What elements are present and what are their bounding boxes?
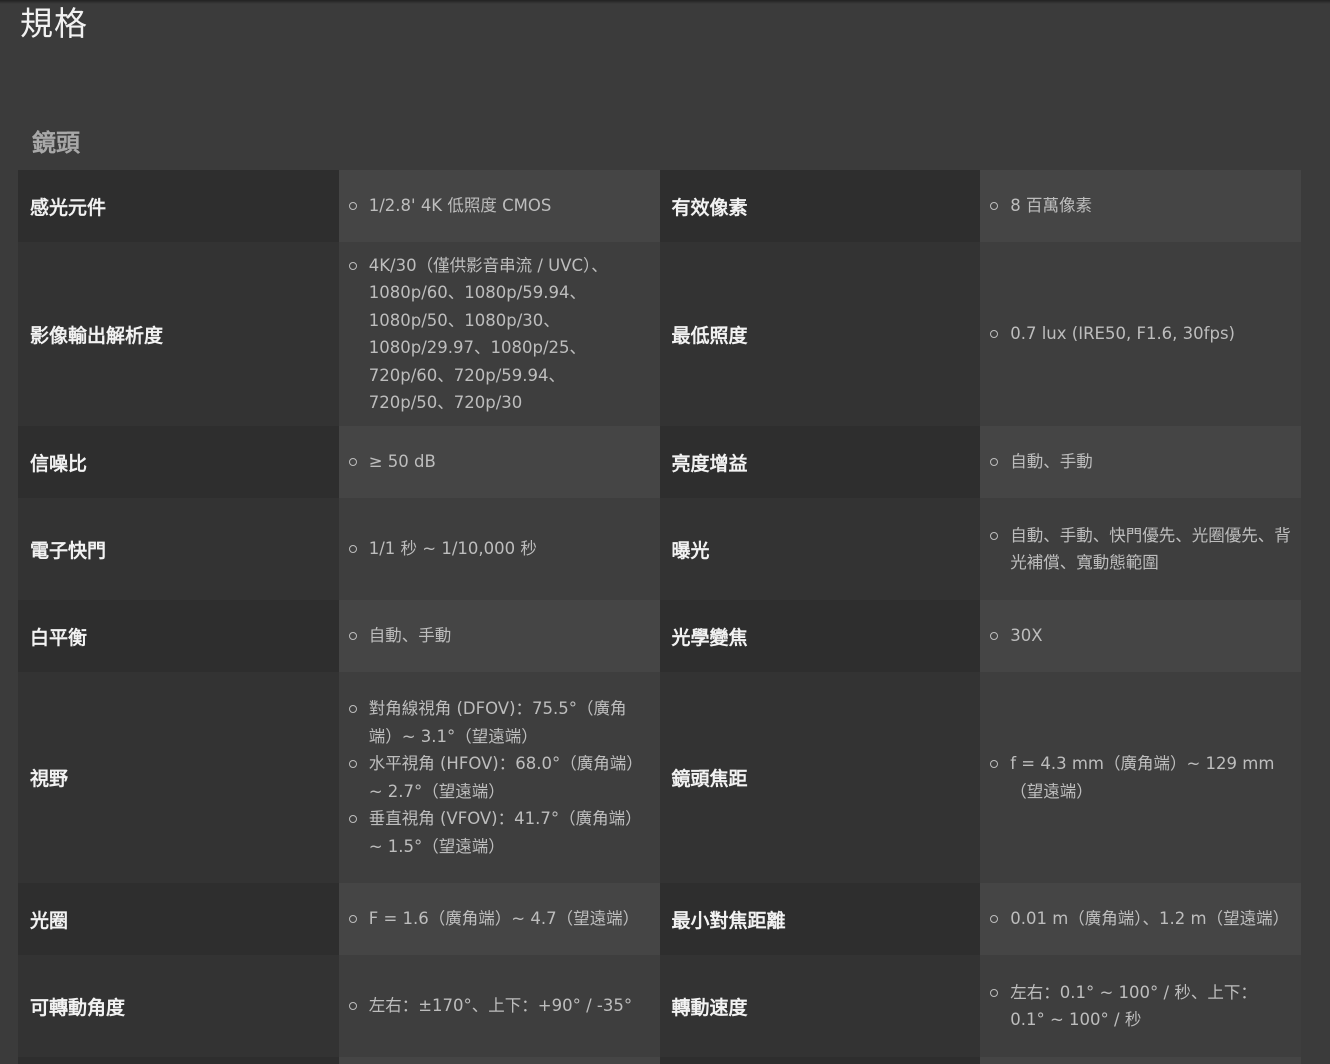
right-spec-value: 0.01 m（廣角端）、1.2 m（望遠端）	[980, 883, 1301, 955]
spec-value-item: 垂直視角 (VFOV)：41.7°（廣角端）~ 1.5°（望遠端）	[348, 805, 650, 860]
left-spec-value: F = 1.6（廣角端）~ 4.7（望遠端）	[338, 883, 660, 955]
spec-value-item: 自動、手動	[348, 622, 650, 650]
empty-cell	[18, 1057, 339, 1064]
left-spec-label: 電子快門	[18, 498, 339, 600]
spec-row: 可轉動角度 左右：±170°、上下：+90° / -35° 轉動速度 左右：0.1° …	[18, 955, 1301, 1057]
right-spec-value: f = 4.3 mm（廣角端）~ 129 mm（望遠端）	[980, 672, 1301, 883]
left-spec-label: 可轉動角度	[18, 955, 339, 1057]
right-spec-value: 自動、手動、快門優先、光圈優先、背光補償、寬動態範圍	[980, 498, 1301, 600]
spec-value-item: 0.7 lux (IRE50, F1.6, 30fps)	[990, 320, 1291, 348]
left-spec-value: 4K/30（僅供影音串流 / UVC）、1080p/60、1080p/59.94…	[338, 242, 660, 426]
right-spec-value: 0.7 lux (IRE50, F1.6, 30fps)	[980, 242, 1301, 426]
left-spec-value: ≥ 50 dB	[338, 426, 660, 498]
spec-value-item: f = 4.3 mm（廣角端）~ 129 mm（望遠端）	[990, 750, 1291, 805]
spec-value-item: F = 1.6（廣角端）~ 4.7（望遠端）	[348, 905, 650, 933]
spec-value-item: ≥ 50 dB	[348, 448, 650, 476]
spec-value-item: 1/1 秒 ~ 1/10,000 秒	[348, 535, 650, 563]
empty-cell	[980, 1057, 1301, 1064]
spec-table: 感光元件 1/2.8' 4K 低照度 CMOS 有效像素 8 百萬像素影像輸出解析度 4…	[18, 170, 1301, 1064]
spec-value-item: 0.01 m（廣角端）、1.2 m（望遠端）	[990, 905, 1291, 933]
left-spec-label: 影像輸出解析度	[18, 242, 339, 426]
right-spec-value: 8 百萬像素	[980, 170, 1301, 242]
spec-row: 影像輸出解析度 4K/30（僅供影音串流 / UVC）、1080p/60、1080…	[18, 242, 1301, 426]
left-spec-value: 1/2.8' 4K 低照度 CMOS	[338, 170, 660, 242]
right-spec-label: 亮度增益	[659, 426, 981, 498]
spec-row: 白平衡 自動、手動 光學變焦 30X	[18, 600, 1301, 672]
right-spec-label: 轉動速度	[659, 955, 981, 1057]
spec-value-item: 對角線視角 (DFOV)：75.5°（廣角端）~ 3.1°（望遠端）	[348, 695, 650, 750]
empty-cell	[338, 1057, 660, 1064]
left-spec-value: 自動、手動	[338, 600, 660, 672]
left-spec-label: 感光元件	[18, 170, 339, 242]
left-spec-value: 左右：±170°、上下：+90° / -35°	[338, 955, 660, 1057]
spec-row: 視野 對角線視角 (DFOV)：75.5°（廣角端）~ 3.1°（望遠端） 水平視角…	[18, 672, 1301, 883]
left-spec-label: 光圈	[18, 883, 339, 955]
right-spec-label: 最低照度	[659, 242, 981, 426]
spec-row: 感光元件 1/2.8' 4K 低照度 CMOS 有效像素 8 百萬像素	[18, 170, 1301, 242]
section-title-lens: 鏡頭	[32, 129, 80, 157]
left-spec-value: 1/1 秒 ~ 1/10,000 秒	[338, 498, 660, 600]
right-spec-label: 最小對焦距離	[659, 883, 981, 955]
spec-value-item: 自動、手動	[990, 448, 1291, 476]
spec-value-item: 水平視角 (HFOV)：68.0°（廣角端）~ 2.7°（望遠端）	[348, 750, 650, 805]
spec-row: 電子快門 1/1 秒 ~ 1/10,000 秒曝光 自動、手動、快門優先、光圈優先、…	[18, 498, 1301, 600]
spec-row: 光圈 F = 1.6（廣角端）~ 4.7（望遠端） 最小對焦距離 0.01 m（廣角端…	[18, 883, 1301, 955]
spec-value-item: 1/2.8' 4K 低照度 CMOS	[348, 192, 650, 220]
left-spec-label: 信噪比	[18, 426, 339, 498]
spec-row-partial	[18, 1057, 1301, 1064]
left-spec-label: 視野	[18, 672, 339, 883]
spec-row: 信噪比 ≥ 50 dB 亮度增益 自動、手動	[18, 426, 1301, 498]
spec-value-item: 4K/30（僅供影音串流 / UVC）、1080p/60、1080p/59.94…	[348, 252, 650, 417]
right-spec-value: 左右：0.1° ~ 100° / 秒、上下：0.1° ~ 100° / 秒	[980, 955, 1301, 1057]
spec-value-item: 左右：±170°、上下：+90° / -35°	[348, 992, 650, 1020]
spec-value-item: 30X	[990, 622, 1291, 650]
page-title: 規格	[20, 4, 88, 43]
right-spec-label: 鏡頭焦距	[659, 672, 981, 883]
right-spec-label: 光學變焦	[659, 600, 981, 672]
right-spec-value: 30X	[980, 600, 1301, 672]
spec-value-item: 左右：0.1° ~ 100° / 秒、上下：0.1° ~ 100° / 秒	[990, 979, 1291, 1034]
left-spec-label: 白平衡	[18, 600, 339, 672]
empty-cell	[659, 1057, 981, 1064]
left-spec-value: 對角線視角 (DFOV)：75.5°（廣角端）~ 3.1°（望遠端） 水平視角 (…	[338, 672, 660, 883]
top-shadow	[0, 0, 1330, 4]
right-spec-value: 自動、手動	[980, 426, 1301, 498]
spec-value-item: 8 百萬像素	[990, 192, 1291, 220]
right-spec-label: 曝光	[659, 498, 981, 600]
right-spec-label: 有效像素	[659, 170, 981, 242]
spec-value-item: 自動、手動、快門優先、光圈優先、背光補償、寬動態範圍	[990, 522, 1291, 577]
